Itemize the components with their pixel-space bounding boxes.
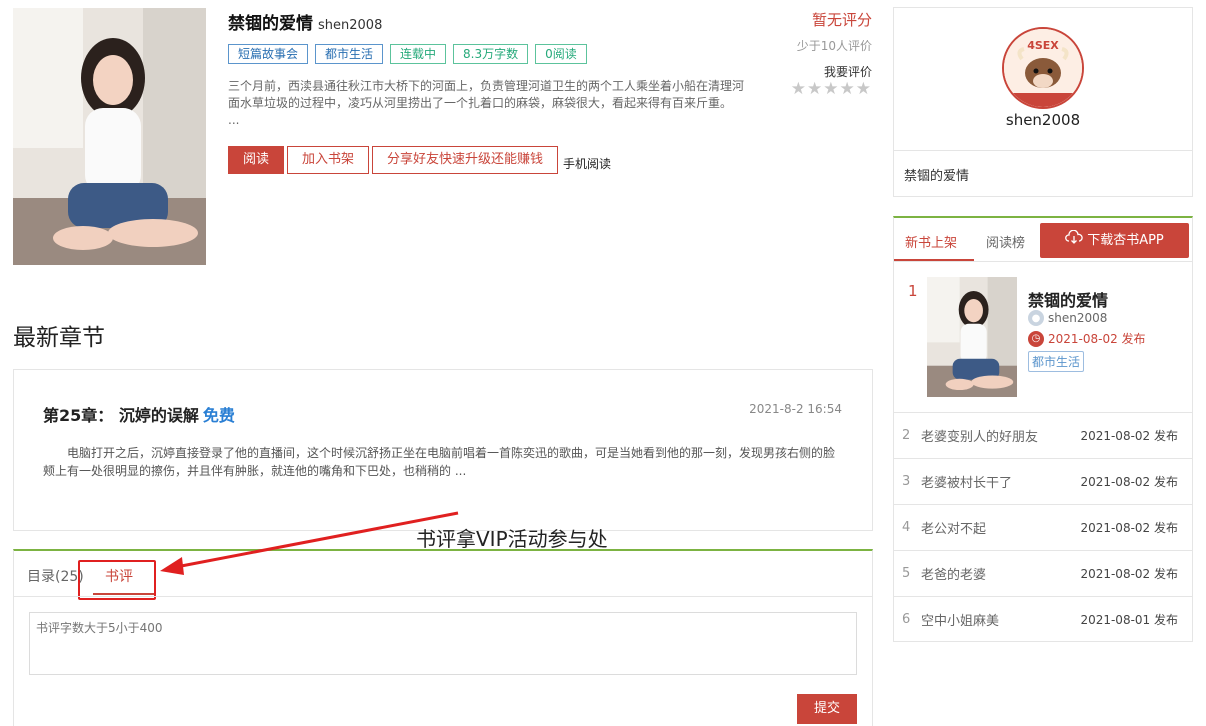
ranking-row-date: 2021-08-02 发布 (1080, 429, 1178, 443)
top-book-title[interactable]: 禁锢的爱情 (1028, 287, 1108, 311)
ranking-row[interactable]: 5 老爸的老婆 2021-08-02 发布 (894, 550, 1192, 596)
book-tag[interactable]: 连载中 (390, 44, 447, 64)
ranking-list: 2 老婆变别人的好朋友 2021-08-02 发布 3 老婆被村长干了 2021-08-0… (894, 412, 1192, 642)
profile-divider (894, 150, 1192, 151)
rating-note: 少于10人评价 (796, 39, 872, 53)
ranking-tabs-divider (894, 261, 1192, 262)
ranking-row-date: 2021-08-02 发布 (1080, 567, 1178, 581)
ranking-row-title[interactable]: 空中小姐麻美 (921, 610, 1080, 629)
tab-catalog[interactable]: 目录(25) (27, 566, 84, 586)
ranking-row-number: 4 (902, 520, 911, 535)
tab-reading-rank[interactable]: 阅读榜 (986, 232, 1025, 251)
ranking-row[interactable]: 6 空中小姐麻美 2021-08-01 发布 (894, 596, 1192, 642)
ranking-row-title[interactable]: 老婆变别人的好朋友 (921, 426, 1080, 445)
annotation-highlight-box (78, 560, 156, 600)
rating-stars[interactable]: ★★★★★ (791, 79, 872, 99)
book-tag[interactable]: 8.3万字数 (453, 44, 529, 64)
ranking-row-number: 2 (902, 428, 911, 443)
top-book-author: shen2008 (1048, 311, 1108, 325)
chapter-title[interactable]: 第25章： 沉婷的误解 免费 (43, 402, 235, 426)
author-book-link[interactable]: 禁锢的爱情 (904, 165, 969, 184)
ranking-row-number: 6 (902, 612, 911, 627)
top-book-author-row: ● shen2008 (1028, 310, 1107, 326)
ranking-row-number: 3 (902, 474, 911, 489)
chapter-excerpt: 电脑打开之后，沉婷直接登录了他的直播间，这个时候沉舒扬正坐在电脑前唱着一首陈奕迅… (43, 446, 836, 478)
book-tag[interactable]: 0阅读 (535, 44, 587, 64)
free-badge: 免费 (202, 406, 235, 425)
ranking-card: 新书上架 阅读榜 下载杏书APP 1 禁锢的爱情 ● shen2008 ◷ 20… (893, 216, 1193, 642)
share-button[interactable]: 分享好友快速升级还能赚钱 (372, 146, 559, 174)
top-book-date-row: ◷ 2021-08-02 发布 (1028, 330, 1146, 347)
svg-text:4SEX: 4SEX (1027, 39, 1059, 52)
add-to-shelf-button[interactable]: 加入书架 (287, 146, 370, 174)
latest-chapter-heading: 最新章节 (13, 325, 105, 351)
annotation-arrow (160, 511, 459, 575)
book-title: 禁锢的爱情 shen2008 (228, 9, 382, 34)
cloud-download-icon (1065, 223, 1083, 258)
submit-review-button[interactable]: 提交 (797, 694, 857, 724)
book-intro-text: 三个月前，西渎县通往秋江市大桥下的河面上，负责管理河道卫生的两个工人乘坐着小船在… (228, 79, 745, 110)
user-icon: ● (1028, 310, 1044, 326)
download-app-button[interactable]: 下载杏书APP (1040, 223, 1189, 258)
top-book-tag[interactable]: 都市生活 (1028, 351, 1085, 372)
book-cover[interactable] (13, 8, 206, 265)
ranking-row[interactable]: 4 老公对不起 2021-08-02 发布 (894, 504, 1192, 550)
ranking-row-title[interactable]: 老公对不起 (921, 518, 1080, 537)
ranking-row-title[interactable]: 老婆被村长干了 (921, 472, 1080, 491)
rating-score: 暂无评分 (811, 11, 872, 29)
book-tag[interactable]: 短篇故事会 (228, 44, 309, 64)
book-title-text: 禁锢的爱情 (228, 14, 313, 34)
book-tags: 短篇故事会 都市生活 连载中 8.3万字数 0阅读 (228, 44, 587, 64)
book-author[interactable]: shen2008 (318, 18, 382, 33)
read-button[interactable]: 阅读 (228, 146, 285, 174)
book-tag[interactable]: 都市生活 (315, 44, 384, 64)
top-book-cover[interactable] (927, 277, 1017, 397)
download-app-label[interactable]: 下载杏书APP (1087, 233, 1164, 248)
chapter-title-text[interactable]: 第25章： 沉婷的误解 (43, 406, 199, 425)
ranking-row[interactable]: 3 老婆被村长干了 2021-08-02 发布 (894, 458, 1192, 504)
book-intro-more[interactable]: ... (228, 112, 748, 129)
mobile-read-link[interactable]: 手机阅读 (563, 155, 611, 172)
ranking-row-date: 2021-08-02 发布 (1080, 521, 1178, 535)
rate-label: 我要评价 (823, 65, 872, 79)
book-actions: 阅读 加入书架 分享好友快速升级还能赚钱 手机阅读 (228, 146, 611, 174)
author-avatar[interactable]: 4SEX (1002, 27, 1084, 109)
ranking-row[interactable]: 2 老婆变别人的好朋友 2021-08-02 发布 (894, 412, 1192, 458)
review-input[interactable] (29, 612, 857, 675)
ranking-row-date: 2021-08-02 发布 (1080, 475, 1178, 489)
clock-icon: ◷ (1028, 330, 1044, 347)
author-name[interactable]: shen2008 (894, 111, 1192, 129)
ranking-row-title[interactable]: 老爸的老婆 (921, 564, 1080, 583)
tab-new-books[interactable]: 新书上架 (905, 232, 957, 251)
book-intro: 三个月前，西渎县通往秋江市大桥下的河面上，负责管理河道卫生的两个工人乘坐着小船在… (228, 78, 748, 129)
top-rank-number: 1 (908, 282, 918, 300)
chapter-time: 2021-8-2 16:54 (749, 402, 842, 416)
tabs-divider (14, 596, 872, 597)
top-book-date: 2021-08-02 发布 (1048, 332, 1146, 346)
ranking-row-number: 5 (902, 566, 911, 581)
ranking-row-date: 2021-08-01 发布 (1080, 613, 1178, 627)
author-profile-card: 4SEX shen2008 禁锢的爱情 (893, 7, 1193, 197)
